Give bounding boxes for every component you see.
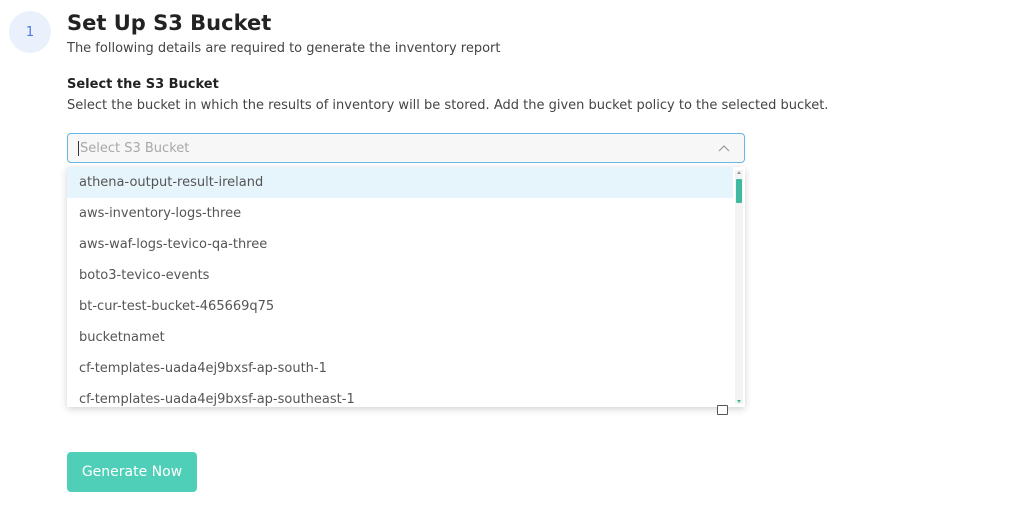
generate-now-button[interactable]: Generate Now	[67, 452, 197, 492]
scrollbar-thumb[interactable]	[736, 179, 742, 203]
bucket-option[interactable]: boto3-tevico-events	[67, 260, 733, 291]
bucket-option[interactable]: cf-templates-uada4ej9bxsf-ap-southeast-1	[67, 384, 733, 407]
page-subtitle: The following details are required to ge…	[67, 41, 501, 56]
s3-bucket-select[interactable]	[67, 133, 745, 163]
bucket-option-list: athena-output-result-ireland aws-inventor…	[67, 167, 733, 407]
bucket-option[interactable]: aws-waf-logs-tevico-qa-three	[67, 229, 733, 260]
bucket-option[interactable]: aws-inventory-logs-three	[67, 198, 733, 229]
section-description: Select the bucket in which the results o…	[67, 98, 829, 113]
s3-bucket-search-input[interactable]	[79, 140, 710, 156]
step-number-badge: 1	[9, 11, 51, 53]
bucket-option[interactable]: cf-templates-uada4ej9bxsf-ap-south-1	[67, 353, 733, 384]
page-title: Set Up S3 Bucket	[67, 11, 272, 35]
bucket-option[interactable]: athena-output-result-ireland	[67, 167, 733, 198]
chevron-up-icon[interactable]	[710, 134, 738, 162]
bucket-option[interactable]: bucketnamet	[67, 322, 733, 353]
scroll-up-arrow-icon[interactable]	[737, 171, 741, 174]
dropdown-scrollbar[interactable]	[735, 170, 743, 404]
scroll-down-arrow-icon[interactable]	[737, 400, 741, 403]
bucket-policy-checkbox[interactable]	[717, 405, 728, 415]
bucket-dropdown-menu: athena-output-result-ireland aws-inventor…	[67, 167, 745, 407]
section-label: Select the S3 Bucket	[67, 77, 219, 92]
bucket-option[interactable]: bt-cur-test-bucket-465669q75	[67, 291, 733, 322]
